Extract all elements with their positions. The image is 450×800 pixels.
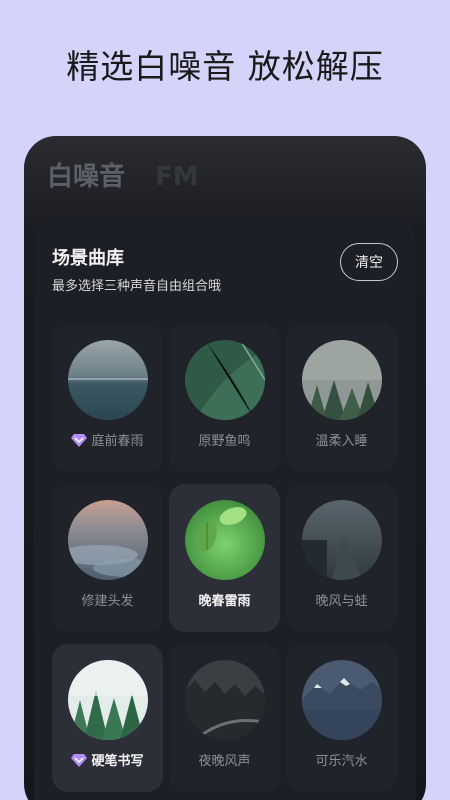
rain-lake-image <box>68 340 148 420</box>
sound-label: 庭前春雨 <box>52 430 163 449</box>
vip-diamond-icon <box>71 433 88 447</box>
sound-card-6[interactable]: 硬笔书写 <box>52 644 163 792</box>
vip-diamond-icon <box>71 753 88 767</box>
sound-label: 硬笔书写 <box>52 750 163 769</box>
night-road-image <box>185 660 265 740</box>
headline: 精选白噪音 放松解压 <box>66 47 384 86</box>
misty-forest-image <box>302 340 382 420</box>
sound-card-2[interactable]: 温柔入睡 <box>286 324 397 472</box>
sound-card-8[interactable]: 可乐汽水 <box>286 644 397 792</box>
library-subtitle: 最多选择三种声音自由组合哦 <box>52 279 222 294</box>
sound-card-0[interactable]: 庭前春雨 <box>52 324 163 472</box>
tab-white-noise[interactable]: 白噪音 <box>47 156 125 193</box>
pine-forest-image <box>68 660 148 740</box>
sound-label: 夜晚风声 <box>198 754 251 769</box>
sound-label-text: 庭前春雨 <box>91 434 144 449</box>
mountain-image <box>302 660 382 740</box>
sound-card-5[interactable]: 晚风与蛙 <box>286 484 397 632</box>
app-screen: 白噪音 FM 场景曲库 最多选择三种声音自由组合哦 清空 庭前春雨 原野鱼鸣 温… <box>24 136 426 800</box>
sound-card-7[interactable]: 夜晚风声 <box>169 644 280 792</box>
sound-card-1[interactable]: 原野鱼鸣 <box>169 324 280 472</box>
foggy-road-image <box>302 500 382 580</box>
sound-label: 原野鱼鸣 <box>198 434 251 449</box>
clouds-image <box>68 500 148 580</box>
sound-card-4[interactable]: 晚春雷雨 <box>169 484 280 632</box>
sound-label: 修建头发 <box>81 594 134 609</box>
tab-fm[interactable]: FM <box>155 162 199 192</box>
sound-label: 晚春雷雨 <box>198 594 251 609</box>
leaf-image <box>185 340 265 420</box>
sound-card-3[interactable]: 修建头发 <box>52 484 163 632</box>
sound-label-text: 硬笔书写 <box>91 754 144 769</box>
sound-label: 晚风与蛙 <box>315 594 368 609</box>
top-tabs: 白噪音 FM <box>47 156 199 193</box>
sound-label: 可乐汽水 <box>315 754 368 769</box>
clear-button[interactable]: 清空 <box>340 243 398 281</box>
sound-label: 温柔入睡 <box>315 434 368 449</box>
green-leaves-image <box>185 500 265 580</box>
library-title: 场景曲库 <box>52 248 124 269</box>
scene-library-panel: 场景曲库 最多选择三种声音自由组合哦 清空 庭前春雨 原野鱼鸣 温柔入睡 修建头… <box>34 216 416 800</box>
